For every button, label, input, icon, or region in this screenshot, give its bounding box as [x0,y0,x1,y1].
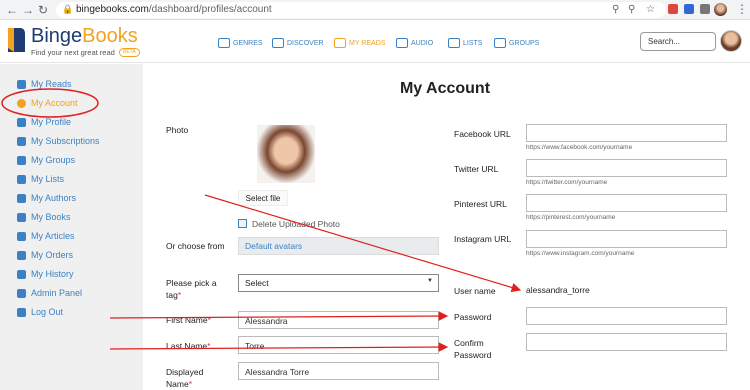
annotation-arrow [204,194,522,293]
annotation-overlay [1,88,522,352]
annotation-arrow [109,311,449,321]
annotation-arrow [109,342,449,352]
annotation-circle [1,88,99,118]
